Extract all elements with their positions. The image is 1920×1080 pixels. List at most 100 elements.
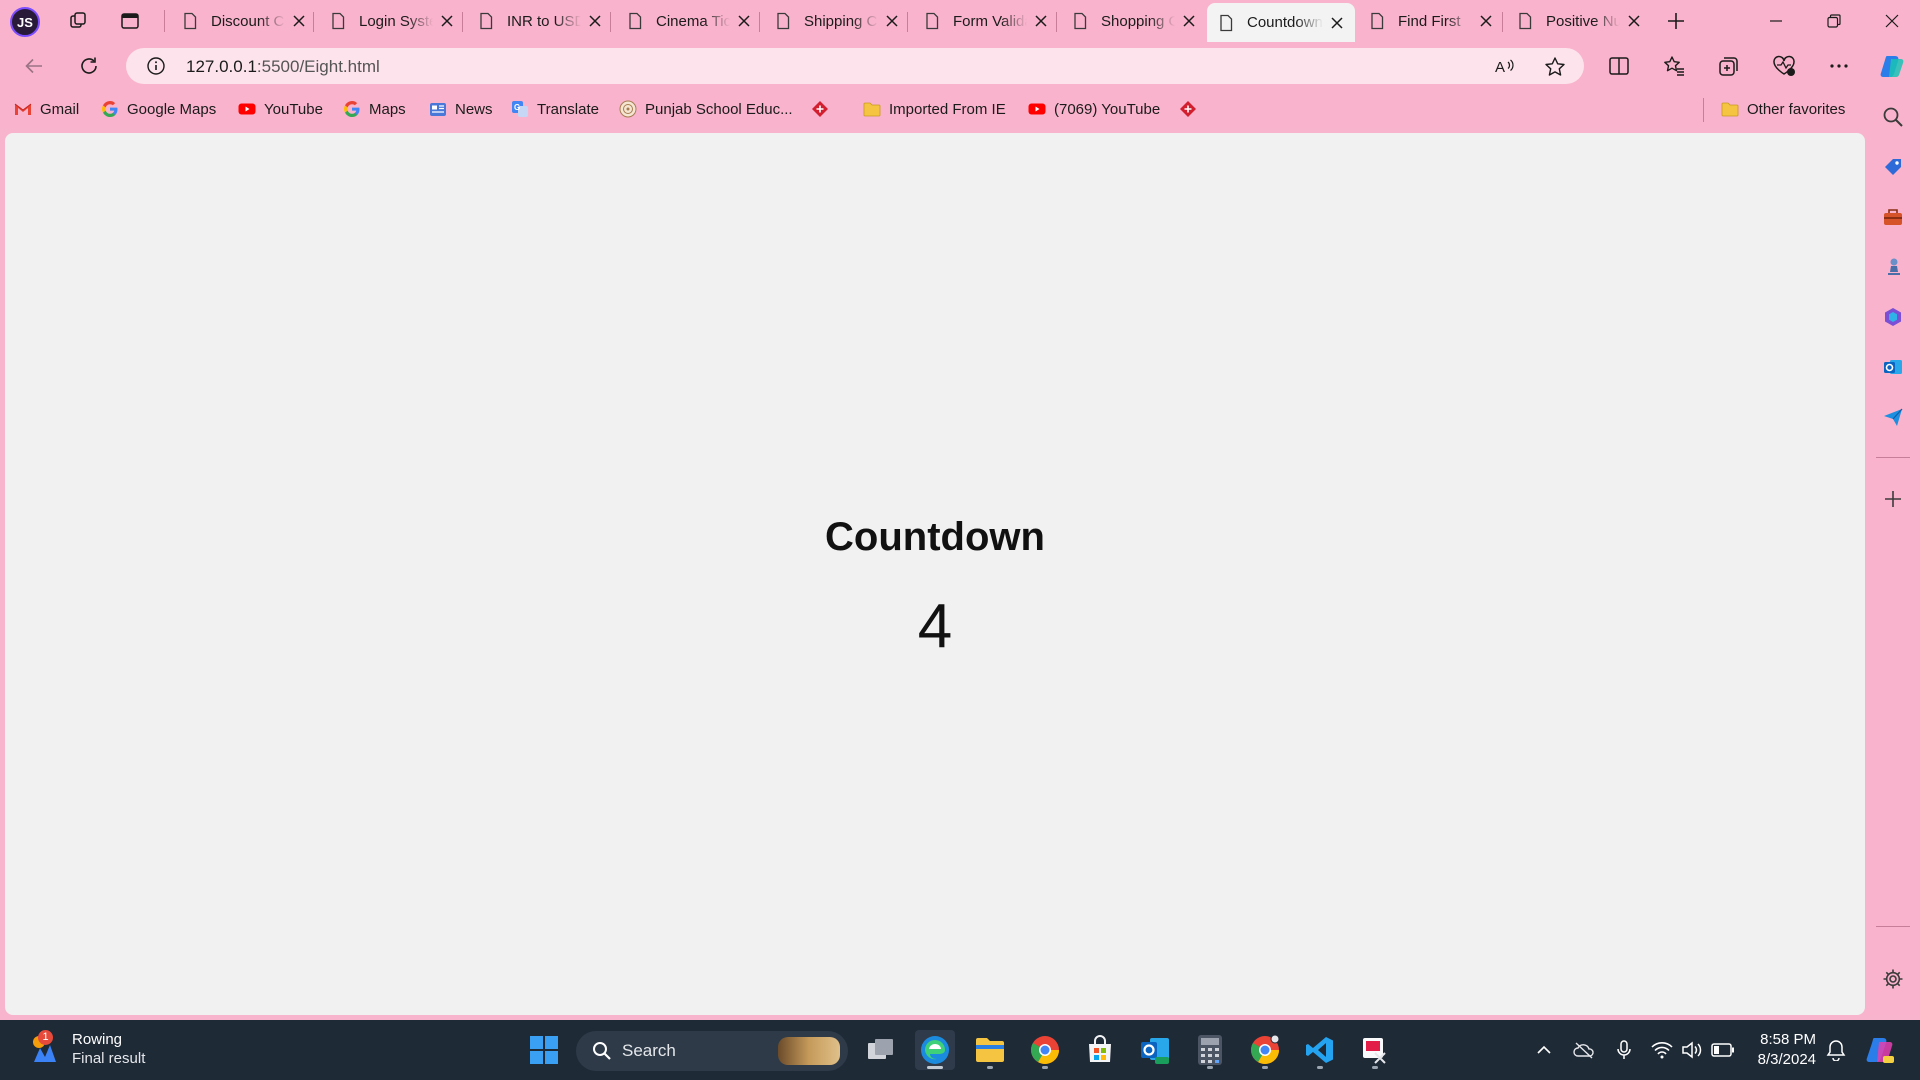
workspaces-icon[interactable] — [62, 7, 94, 35]
taskbar-chrome-profile[interactable] — [1245, 1030, 1285, 1070]
close-tab-icon[interactable] — [1329, 15, 1345, 31]
address-url[interactable]: 127.0.0.1:5500/Eight.html — [186, 57, 380, 77]
microphone-status[interactable] — [1612, 1038, 1636, 1062]
running-indicator — [1207, 1066, 1213, 1069]
task-view-button[interactable] — [861, 1030, 901, 1070]
tab-find-first[interactable]: Find First — [1358, 4, 1504, 38]
page-viewport: Countdown 4 — [5, 133, 1865, 1015]
taskbar-outlook[interactable] — [1135, 1030, 1175, 1070]
system-clock[interactable]: 8:58 PM 8/3/2024 — [1740, 1030, 1816, 1070]
favorite-youtube[interactable]: YouTube — [238, 98, 323, 120]
taskbar: 1 Rowing Final result Search 8:58 PM 8/3… — [0, 1020, 1920, 1080]
tab-countdown[interactable]: Countdown — [1207, 3, 1355, 42]
tab-shipping-cost[interactable]: Shipping Cost — [764, 4, 910, 38]
favorite-gmail[interactable]: Gmail — [14, 98, 79, 120]
start-button[interactable] — [524, 1030, 564, 1070]
volume-status[interactable] — [1680, 1038, 1704, 1062]
restore-button[interactable] — [1806, 0, 1862, 42]
favorite-youtube-7069[interactable]: (7069) YouTube — [1028, 98, 1160, 120]
tab-inr-to-usd[interactable]: INR to USD — [467, 4, 613, 38]
close-tab-icon[interactable] — [736, 13, 752, 29]
copilot-taskbar-button[interactable] — [1864, 1034, 1896, 1066]
close-tab-icon[interactable] — [291, 13, 307, 29]
favorite-diamond-2[interactable] — [1179, 98, 1205, 120]
onedrive-status[interactable] — [1572, 1038, 1596, 1062]
tab-title: Discount Calculator — [211, 12, 285, 30]
tab-cinema-ticket[interactable]: Cinema Ticket — [616, 4, 762, 38]
sidebar-outlook-button[interactable] — [1876, 350, 1910, 384]
back-button[interactable] — [16, 50, 52, 82]
chrome-icon — [1031, 1036, 1059, 1064]
weather-widget[interactable]: 1 Rowing Final result — [26, 1030, 145, 1068]
other-favorites[interactable]: Other favorites — [1721, 98, 1845, 120]
copilot-button[interactable] — [1874, 50, 1910, 82]
sidebar-office-button[interactable] — [1876, 300, 1910, 334]
close-tab-icon[interactable] — [587, 13, 603, 29]
favorite-diamond-1[interactable] — [811, 98, 837, 120]
browser-essentials-button[interactable] — [1766, 50, 1802, 82]
tab-title: Login System — [359, 12, 433, 30]
sidebar-shopping-button[interactable] — [1876, 150, 1910, 184]
close-tab-icon[interactable] — [1181, 13, 1197, 29]
split-screen-button[interactable] — [1601, 50, 1637, 82]
battery-status[interactable] — [1711, 1038, 1735, 1062]
sidebar-send-button[interactable] — [1876, 400, 1910, 434]
sidebar-add-button[interactable] — [1876, 482, 1910, 516]
page-icon — [629, 12, 642, 30]
site-info-icon[interactable] — [146, 56, 166, 76]
sidebar-games-button[interactable] — [1876, 250, 1910, 284]
notifications-button[interactable] — [1824, 1038, 1848, 1062]
refresh-icon — [81, 57, 97, 74]
running-indicator — [1042, 1066, 1048, 1069]
sidebar-tools-button[interactable] — [1876, 200, 1910, 234]
show-hidden-icons[interactable] — [1532, 1038, 1556, 1062]
taskbar-edge[interactable] — [915, 1030, 955, 1070]
favorite-maps[interactable]: Maps — [343, 98, 406, 120]
refresh-button[interactable] — [71, 50, 107, 82]
close-tab-icon[interactable] — [884, 13, 900, 29]
close-window-button[interactable] — [1864, 0, 1920, 42]
favorite-star-icon[interactable] — [1544, 56, 1566, 78]
youtube-icon — [238, 103, 256, 115]
sidebar-search-button[interactable] — [1876, 100, 1910, 134]
sidebar-settings-button[interactable] — [1876, 962, 1910, 996]
favorite-translate[interactable]: G Translate — [511, 98, 599, 120]
vertical-tabs-icon[interactable] — [114, 7, 146, 35]
profile-avatar[interactable]: JS — [10, 7, 40, 37]
new-tab-button[interactable] — [1660, 7, 1692, 35]
network-status[interactable] — [1650, 1038, 1674, 1062]
favorite-imported-from-ie[interactable]: Imported From IE — [863, 98, 1006, 120]
tab-form-validation[interactable]: Form Validation — [913, 4, 1059, 38]
address-bar[interactable]: 127.0.0.1:5500/Eight.html A — [126, 48, 1584, 84]
collections-button[interactable] — [1711, 50, 1747, 82]
tab-positive-number[interactable]: Positive Number — [1506, 4, 1652, 38]
close-tab-icon[interactable] — [1478, 13, 1494, 29]
read-aloud-icon[interactable]: A — [1494, 56, 1516, 78]
task-view-icon — [868, 1039, 893, 1059]
weather-subtitle: Final result — [72, 1050, 146, 1067]
heart-pulse-icon — [1773, 55, 1795, 76]
favorite-label: Maps — [369, 100, 406, 118]
favorites-button[interactable] — [1656, 50, 1692, 82]
tab-title: Countdown — [1247, 14, 1323, 31]
tab-discount[interactable]: Discount Calculator — [171, 4, 317, 38]
taskbar-snipping-tool[interactable] — [1355, 1030, 1395, 1070]
close-tab-icon[interactable] — [439, 13, 455, 29]
tab-shopping-cart[interactable]: Shopping Cart — [1061, 4, 1207, 38]
close-tab-icon[interactable] — [1033, 13, 1049, 29]
favorite-news[interactable]: News — [429, 98, 493, 120]
minimize-button[interactable] — [1748, 0, 1804, 42]
tab-login-system[interactable]: Login System — [319, 4, 465, 38]
taskbar-chrome[interactable] — [1025, 1030, 1065, 1070]
diamond-icon — [812, 101, 828, 117]
favorite-google-maps[interactable]: Google Maps — [101, 98, 216, 120]
close-tab-icon[interactable] — [1626, 13, 1642, 29]
taskbar-calculator[interactable] — [1190, 1030, 1230, 1070]
favorite-label: News — [455, 100, 493, 118]
taskbar-store[interactable] — [1080, 1030, 1120, 1070]
taskbar-vscode[interactable] — [1300, 1030, 1340, 1070]
settings-more-button[interactable] — [1821, 50, 1857, 82]
favorite-punjab-school[interactable]: Punjab School Educ... — [619, 98, 793, 120]
taskbar-search[interactable]: Search — [576, 1031, 848, 1071]
taskbar-file-explorer[interactable] — [970, 1030, 1010, 1070]
